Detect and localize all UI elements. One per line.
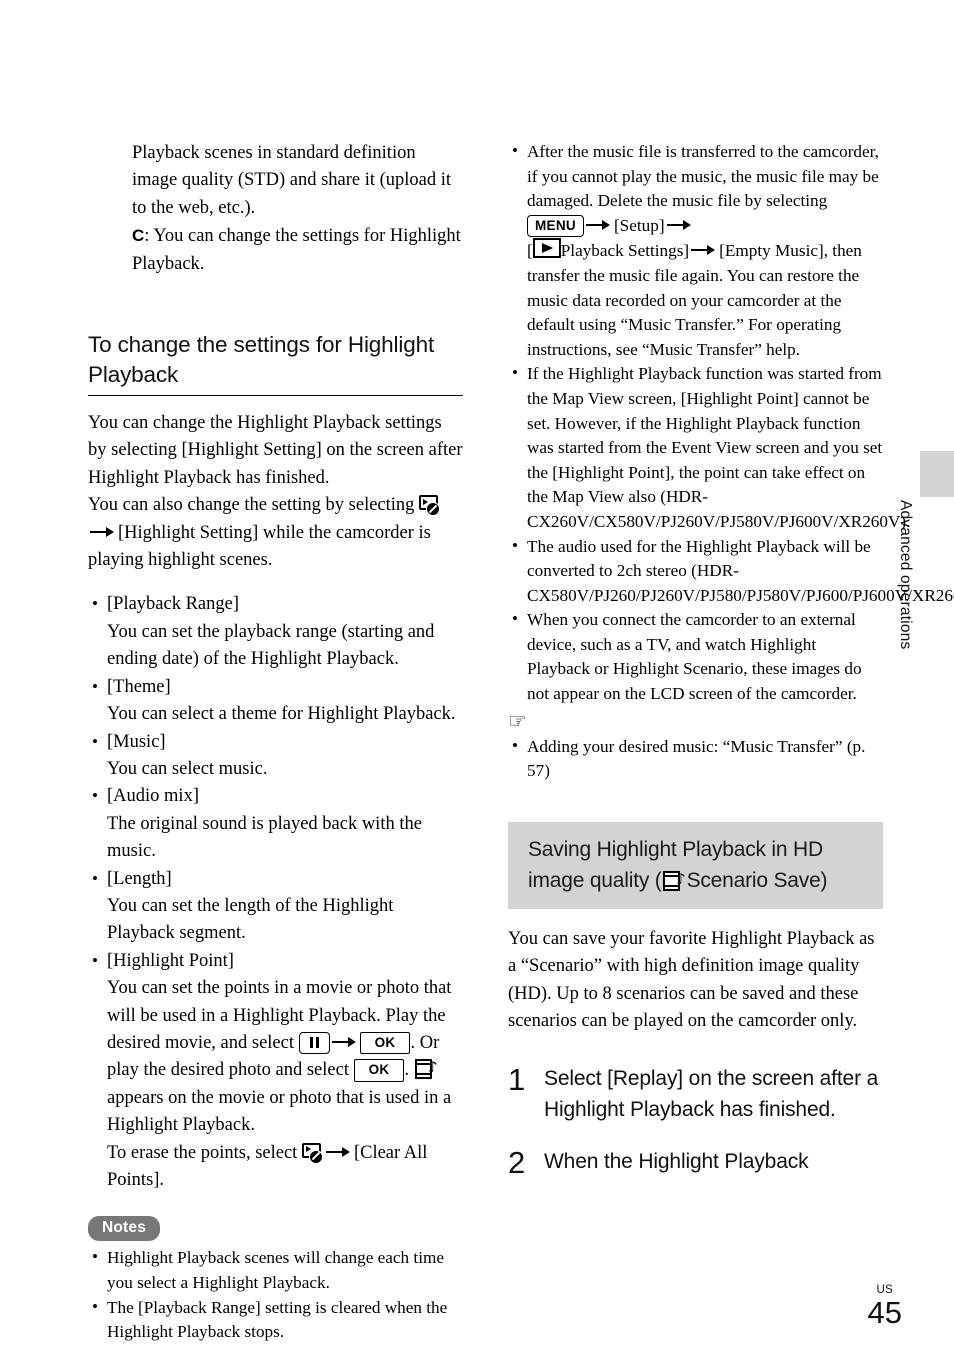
- step-item: 1 Select [Replay] on the screen after a …: [508, 1064, 883, 1125]
- setting-title: [Music]: [107, 731, 166, 752]
- ok-button-icon-2: OK: [353, 1059, 405, 1082]
- list-item: After the music file is transferred to t…: [508, 139, 883, 362]
- notes-block: Notes Highlight Playback scenes will cha…: [88, 1216, 463, 1344]
- document-page: Playback scenes in standard definition i…: [0, 0, 954, 1357]
- section-body-paragraph: You can save your favorite Highlight Pla…: [508, 928, 875, 1032]
- body-paragraph-2-start: You can also change the setting by selec…: [88, 495, 415, 516]
- setting-desc: You can select music.: [107, 758, 268, 779]
- play-button-icon: [532, 238, 561, 259]
- setting-title: [Audio mix]: [107, 786, 199, 807]
- body-paragraph-2: You can also change the setting by selec…: [88, 492, 463, 574]
- arrow-icon: [90, 526, 116, 537]
- setting-desc: You can set the playback range (starting…: [107, 621, 435, 670]
- arrow-icon: [691, 245, 717, 256]
- body-paragraph-1: You can change the Highlight Playback se…: [88, 413, 463, 488]
- page-folio: US 45: [868, 1284, 902, 1329]
- body-paragraph-2-end: [Highlight Setting] while the camcorder …: [88, 522, 431, 571]
- gray-section-heading: Saving Highlight Playback in HD image qu…: [508, 821, 883, 909]
- note-seg-1: After the music file is transferred to t…: [527, 142, 879, 211]
- steps-list: 1 Select [Replay] on the screen after a …: [508, 1064, 883, 1179]
- notes-badge: Notes: [88, 1216, 161, 1242]
- setting-desc: The original sound is played back with t…: [107, 813, 422, 862]
- intro-paragraph: Playback scenes in standard definition i…: [88, 140, 463, 278]
- c-label: C: [132, 226, 145, 246]
- list-item: When you connect the camcorder to an ext…: [508, 607, 883, 706]
- setting-title: [Length]: [107, 868, 172, 889]
- step-item: 2 When the Highlight Playback: [508, 1147, 883, 1179]
- right-notes-list: After the music file is transferred to t…: [508, 139, 954, 707]
- highlight-point-title: [Highlight Point]: [107, 950, 234, 971]
- right-column: After the music file is transferred to t…: [508, 139, 954, 1201]
- note-playback-settings-line: [Playback Settings] [Empty Music], then t…: [527, 238, 883, 362]
- list-item: Adding your desired music: “Music Transf…: [508, 734, 883, 784]
- gray-heading-line-2-after: Scenario Save): [686, 868, 828, 892]
- step-text: When the Highlight Playback: [544, 1150, 809, 1174]
- see-also-block: ☞ Adding your desired music: “Music Tran…: [508, 708, 883, 784]
- setting-title: [Playback Range]: [107, 594, 240, 615]
- setting-desc: You can set the length of the Highlight …: [107, 895, 394, 944]
- highlight-point-seg5: To erase the points, select: [107, 1142, 298, 1163]
- arrow-icon: [325, 1146, 352, 1157]
- list-item: [Music] You can select music.: [88, 728, 463, 784]
- highlight-setting-icon: [419, 495, 441, 517]
- note-seg-4: Playback Settings]: [560, 241, 690, 261]
- scenario-marker-icon: ♪: [414, 1058, 438, 1080]
- step-number: 2: [508, 1145, 526, 1181]
- setting-desc: You can select a theme for Highlight Pla…: [107, 704, 456, 725]
- section-heading: To change the settings for Highlight Pla…: [88, 330, 463, 397]
- highlight-point-clear-line: To erase the points, select [Clear All P…: [107, 1140, 463, 1195]
- scenario-save-icon: ♪: [662, 870, 686, 891]
- folio-number: 45: [867, 1295, 902, 1330]
- notes-list: Highlight Playback scenes will change ea…: [88, 1245, 463, 1345]
- list-item: [Audio mix] The original sound is played…: [88, 782, 463, 865]
- step-text: Select [Replay] on the screen after a Hi…: [544, 1067, 879, 1121]
- menu-button-icon: MENU: [527, 214, 584, 238]
- list-item: [Playback Range] You can set the playbac…: [88, 590, 463, 673]
- list-item-highlight-point: [Highlight Point] You can set the points…: [88, 947, 463, 1195]
- highlight-point-seg3: .: [404, 1060, 410, 1081]
- step-number: 1: [508, 1062, 526, 1098]
- highlight-setting-icon-2: [301, 1142, 323, 1164]
- side-tab-marker: [920, 451, 954, 497]
- gray-heading-line-2-before: image quality (: [528, 868, 662, 892]
- highlight-point-seg4: appears on the movie or photo that is us…: [107, 1087, 452, 1136]
- pause-button-icon: [298, 1031, 330, 1055]
- ok-button-icon: OK: [359, 1031, 411, 1055]
- settings-list: [Playback Range] You can set the playbac…: [88, 590, 463, 1195]
- left-column: Playback scenes in standard definition i…: [88, 140, 463, 1345]
- section-body: You can change the Highlight Playback se…: [88, 410, 463, 574]
- arrow-icon: [331, 1036, 358, 1047]
- list-item: [Length] You can set the length of the H…: [88, 865, 463, 948]
- see-also-list: Adding your desired music: “Music Transf…: [508, 734, 883, 784]
- setting-title: [Theme]: [107, 676, 171, 697]
- intro-line-1: Playback scenes in standard definition i…: [132, 143, 452, 218]
- gray-section-body: You can save your favorite Highlight Pla…: [508, 926, 883, 1036]
- arrow-icon: [585, 219, 612, 230]
- list-item: [Theme] You can select a theme for Highl…: [88, 673, 463, 729]
- side-tab-label: Advanced operations: [897, 500, 914, 650]
- arrow-icon: [666, 219, 693, 230]
- c-text: : You can change the settings for Highli…: [132, 226, 461, 274]
- note-seg-2: [Setup]: [613, 215, 665, 235]
- list-item: Highlight Playback scenes will change ea…: [88, 1245, 463, 1295]
- pointing-hand-icon: ☞: [508, 708, 527, 733]
- intro-line-c: C: You can change the settings for Highl…: [132, 222, 463, 278]
- list-item: The [Playback Range] setting is cleared …: [88, 1295, 463, 1345]
- list-item: If the Highlight Playback function was s…: [508, 361, 910, 534]
- list-item: The audio used for the Highlight Playbac…: [508, 534, 954, 609]
- gray-heading-line-1: Saving Highlight Playback in HD: [528, 837, 823, 861]
